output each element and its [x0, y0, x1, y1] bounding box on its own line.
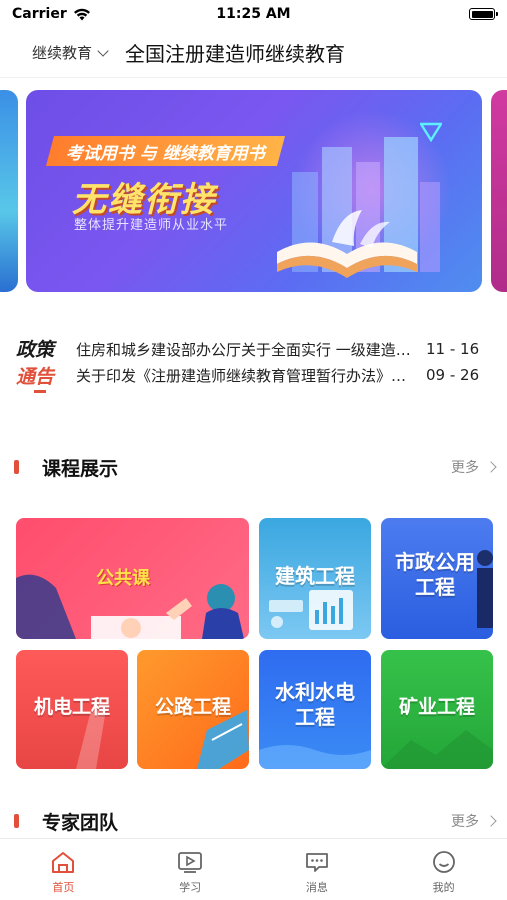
- smiley-icon: [429, 847, 459, 877]
- carrier-label: Carrier: [12, 6, 67, 22]
- banner-tagline: 考试用书 与 继续教育用书: [45, 136, 285, 166]
- page-title: 全国注册建造师继续教育: [125, 42, 346, 66]
- courses-more-link[interactable]: 更多: [451, 457, 497, 477]
- experts-section-header: 专家团队 更多: [0, 806, 507, 836]
- tab-label: 学习: [179, 881, 202, 894]
- policy-notice-date: 11 - 16: [426, 340, 480, 358]
- tab-study[interactable]: 学习: [127, 839, 254, 900]
- course-tile-label: 公共课: [96, 568, 150, 589]
- courses-section-header: 课程展示 更多: [0, 452, 507, 482]
- tab-label: 消息: [305, 881, 328, 894]
- chevron-right-icon: [485, 461, 497, 473]
- message-icon: [302, 847, 332, 877]
- course-tile-label: 市政公用 工程: [395, 550, 475, 599]
- course-tile-label: 矿业工程: [398, 696, 475, 718]
- course-tile-public[interactable]: 公共课: [16, 518, 249, 639]
- course-tile-label: 建筑工程: [275, 564, 355, 588]
- tab-label: 我的: [432, 881, 455, 894]
- policy-logo: 政策 通告: [16, 335, 66, 393]
- section-accent-bar: [14, 814, 19, 828]
- policy-logo-underline: [34, 390, 46, 393]
- banner-slide[interactable]: 考试用书 与 继续教育用书 无缝衔接 整体提升建造师从业水平: [26, 90, 482, 292]
- tab-label: 首页: [52, 881, 75, 894]
- triangle-icon: [420, 122, 442, 142]
- status-left: Carrier: [12, 6, 91, 22]
- status-bar: Carrier 11:25 AM: [0, 0, 507, 28]
- tab-home[interactable]: 首页: [0, 839, 127, 900]
- category-label: 继续教育: [32, 44, 93, 62]
- nav-header: 继续教育 全国注册建造师继续教育: [0, 28, 507, 78]
- course-tile-mechanical[interactable]: 机电工程: [16, 650, 128, 769]
- course-tile-highway[interactable]: 公路工程: [137, 650, 249, 769]
- battery-icon: [469, 8, 498, 20]
- wifi-icon: [73, 8, 91, 21]
- home-icon: [48, 847, 78, 877]
- category-selector[interactable]: 继续教育: [32, 42, 109, 63]
- course-tile-mining[interactable]: 矿业工程: [381, 650, 493, 769]
- tab-profile[interactable]: 我的: [380, 839, 507, 900]
- course-tile-hydraulic[interactable]: 水利水电 工程: [259, 650, 371, 769]
- policy-notice-date: 09 - 26: [426, 366, 480, 384]
- chevron-down-icon: [97, 44, 109, 57]
- section-title: 专家团队: [42, 811, 119, 834]
- experts-more-link[interactable]: 更多: [451, 811, 497, 831]
- tab-messages[interactable]: 消息: [254, 839, 381, 900]
- policy-logo-line2: 通告: [16, 366, 55, 388]
- banner-subtitle: 整体提升建造师从业水平: [74, 218, 229, 233]
- video-play-icon: [175, 847, 205, 877]
- banner-carousel[interactable]: 考试用书 与 继续教育用书 无缝衔接 整体提升建造师从业水平: [0, 90, 507, 292]
- banner-next-slide[interactable]: [491, 90, 507, 292]
- course-tile-label: 水利水电 工程: [275, 680, 355, 729]
- section-accent-bar: [14, 460, 19, 474]
- course-tile-municipal[interactable]: 市政公用 工程: [381, 518, 493, 639]
- course-tile-label: 机电工程: [33, 696, 110, 718]
- course-tile-label: 公路工程: [154, 696, 231, 718]
- section-title: 课程展示: [42, 457, 119, 480]
- policy-logo-line1: 政策: [16, 339, 55, 361]
- course-tile-architecture[interactable]: 建筑工程: [259, 518, 371, 639]
- chevron-right-icon: [485, 815, 497, 827]
- tab-bar: 首页 学习 消息 我的: [0, 838, 507, 900]
- policy-notice-item[interactable]: 住房和城乡建设部办公厅关于全面实行 一级建造师电子注册证书的通知 11 - 16: [76, 337, 496, 361]
- banner-prev-slide[interactable]: [0, 90, 18, 292]
- open-book-illustration: [277, 210, 417, 278]
- policy-notice-text: 住房和城乡建设部办公厅关于全面实行 一级建造师电子注册证书的通知: [76, 340, 426, 359]
- policy-notices: 政策 通告 住房和城乡建设部办公厅关于全面实行 一级建造师电子注册证书的通知 1…: [0, 335, 507, 405]
- policy-notice-item[interactable]: 关于印发《注册建造师继续教育管理暂行办法》的通知 09 - 26: [76, 363, 496, 387]
- policy-notice-text: 关于印发《注册建造师继续教育管理暂行办法》的通知: [76, 366, 426, 385]
